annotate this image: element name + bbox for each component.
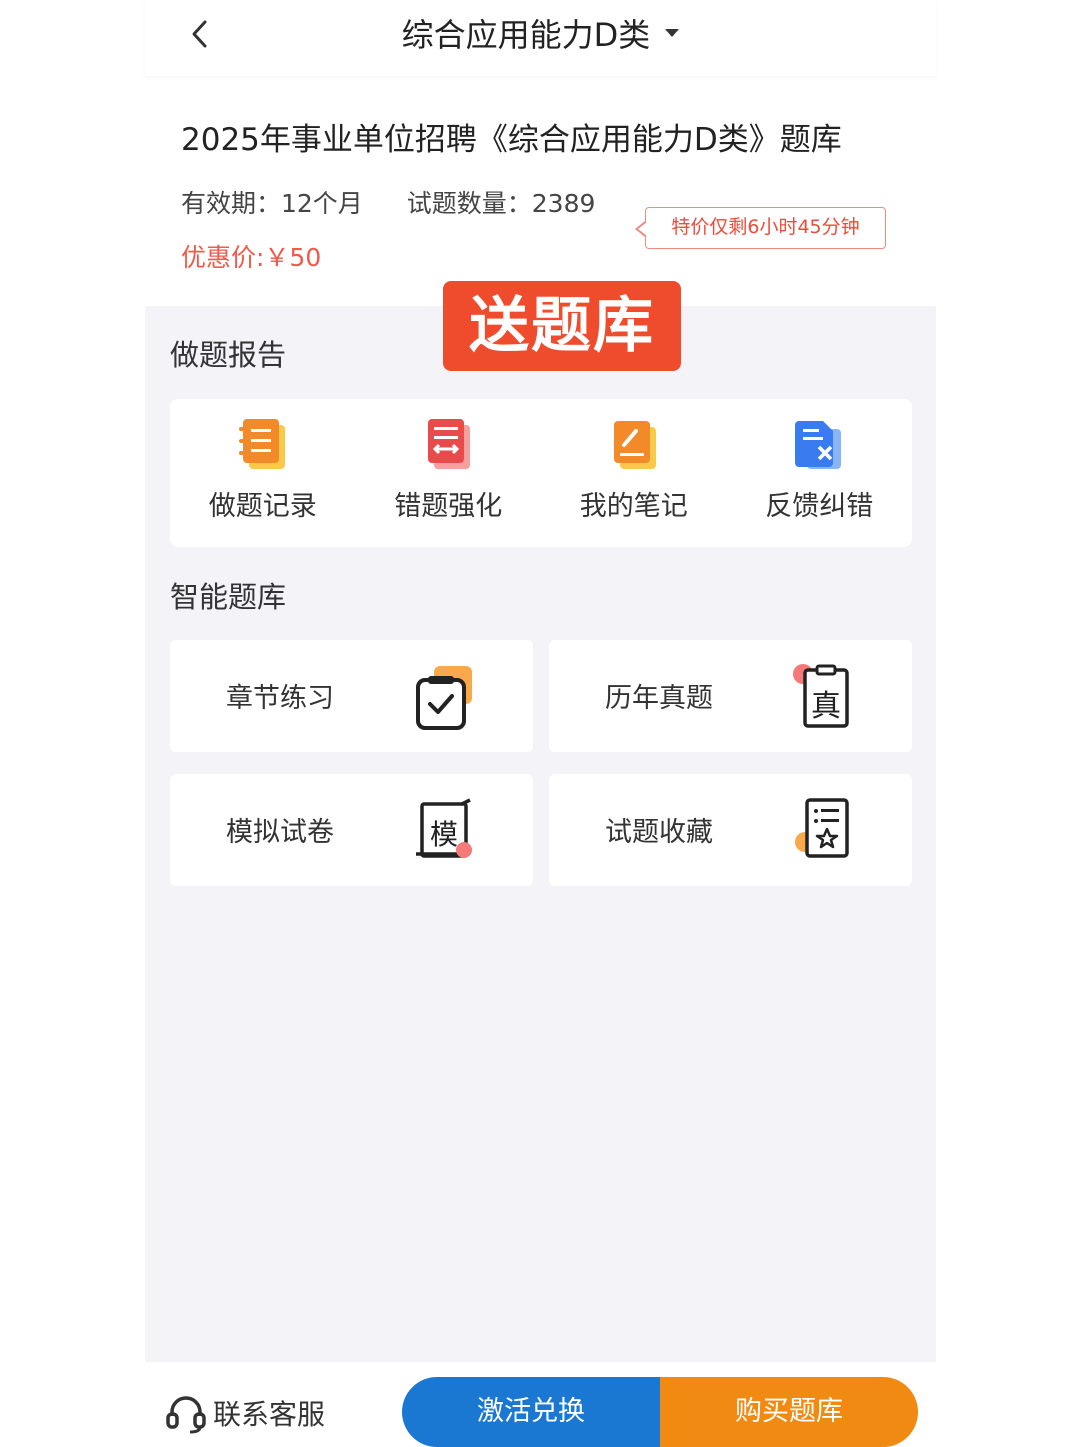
bank-info: 2025年事业单位招聘《综合应用能力D类》题库 有效期：12个月 试题数量：23… bbox=[145, 76, 936, 306]
headset-icon bbox=[166, 1396, 206, 1434]
mock-exam-icon: 模 bbox=[416, 798, 472, 858]
card-label: 历年真题 bbox=[605, 683, 713, 714]
card-label: 试题收藏 bbox=[605, 817, 713, 848]
mock-exam-card[interactable]: 模拟试卷 模 bbox=[170, 774, 533, 886]
activate-button[interactable]: 激活兑换 bbox=[402, 1377, 660, 1447]
buy-button[interactable]: 购买题库 bbox=[660, 1377, 918, 1447]
record-icon bbox=[238, 419, 285, 469]
price-text: 优惠价:￥50 bbox=[181, 243, 322, 272]
favorites-icon bbox=[795, 798, 849, 858]
feedback-icon bbox=[795, 421, 842, 469]
validity-text: 有效期：12个月 bbox=[181, 189, 363, 218]
question-count-text: 试题数量：2389 bbox=[406, 189, 596, 218]
favorites-card[interactable]: 试题收藏 bbox=[549, 774, 912, 886]
bottom-bar: 联系客服 激活兑换 购买题库 bbox=[145, 1362, 936, 1447]
wrong-questions-icon bbox=[428, 419, 471, 469]
svg-text:模: 模 bbox=[430, 818, 458, 851]
report-item-feedback[interactable]: 反馈纠错 bbox=[727, 399, 913, 547]
main-content: 送题库 做题报告 做题记录 错题强化 我的笔记 反馈纠错 智能题库 章节练习 历… bbox=[145, 281, 936, 1362]
chapter-practice-icon bbox=[416, 666, 472, 730]
bank-section-title: 智能题库 bbox=[170, 580, 287, 614]
report-item-label: 我的笔记 bbox=[579, 491, 688, 522]
notes-icon bbox=[613, 421, 656, 469]
report-item-label: 做题记录 bbox=[208, 491, 317, 522]
top-bar: 综合应用能力D类 bbox=[145, 0, 936, 76]
chapter-practice-card[interactable]: 章节练习 bbox=[170, 640, 533, 752]
report-item-wrong[interactable]: 错题强化 bbox=[356, 399, 542, 547]
card-label: 模拟试卷 bbox=[226, 817, 334, 848]
service-label: 联系客服 bbox=[213, 1398, 326, 1431]
bank-meta: 有效期：12个月 试题数量：2389 bbox=[181, 184, 595, 220]
contact-service-button[interactable]: 联系客服 bbox=[165, 1392, 325, 1434]
report-item-record[interactable]: 做题记录 bbox=[170, 399, 356, 547]
report-item-notes[interactable]: 我的笔记 bbox=[541, 399, 727, 547]
svg-text:真: 真 bbox=[811, 689, 841, 724]
title-dropdown[interactable]: 综合应用能力D类 bbox=[145, 10, 936, 56]
past-papers-icon: 真 bbox=[793, 664, 849, 728]
report-section-title: 做题报告 bbox=[170, 338, 287, 372]
bank-title: 2025年事业单位招聘《综合应用能力D类》题库 bbox=[181, 122, 842, 158]
promo-banner: 送题库 bbox=[443, 281, 681, 371]
card-label: 章节练习 bbox=[226, 683, 334, 714]
report-item-label: 反馈纠错 bbox=[765, 491, 874, 522]
page-title: 综合应用能力D类 bbox=[401, 16, 651, 54]
countdown-badge: 特价仅剩6小时45分钟 bbox=[635, 207, 886, 249]
report-card: 做题记录 错题强化 我的笔记 反馈纠错 bbox=[170, 399, 912, 547]
report-item-label: 错题强化 bbox=[394, 491, 503, 522]
app-screen: 综合应用能力D类 2025年事业单位招聘《综合应用能力D类》题库 有效期：12个… bbox=[145, 0, 936, 1447]
caret-down-icon bbox=[665, 29, 680, 37]
past-papers-card[interactable]: 历年真题 真 bbox=[549, 640, 912, 752]
